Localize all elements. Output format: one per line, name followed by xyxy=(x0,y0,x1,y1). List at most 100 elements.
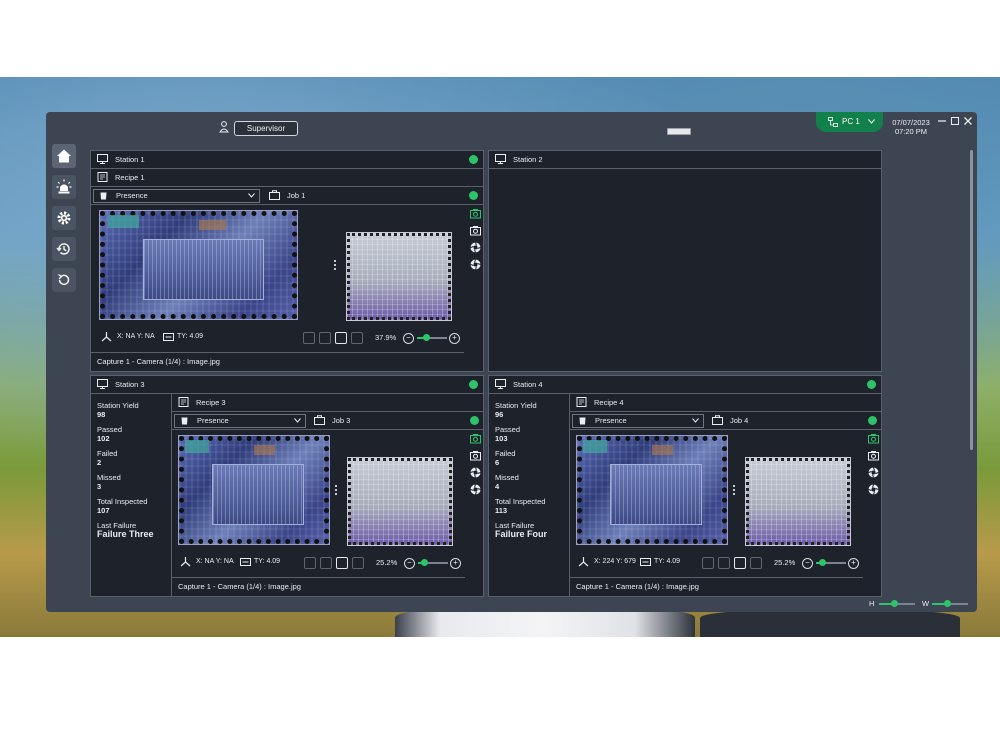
redo-button[interactable] xyxy=(319,332,331,344)
network-icon xyxy=(828,117,838,127)
sidebar-item-home[interactable] xyxy=(52,144,76,168)
aperture-alt-icon[interactable] xyxy=(867,484,879,495)
drag-handle[interactable] xyxy=(667,128,691,135)
station-2-header[interactable]: Station 2 xyxy=(489,151,881,169)
job-label: Job 4 xyxy=(730,416,749,425)
bin-icon xyxy=(100,192,107,200)
app-window: Supervisor PC 1 07/07/2023 07:20 PM Stat… xyxy=(46,112,977,612)
camera-icon[interactable] xyxy=(469,450,481,461)
main-capture-image[interactable] xyxy=(178,435,330,545)
recipe-row: Recipe 1 xyxy=(91,169,483,187)
bin-icon xyxy=(579,417,586,425)
zoom-slider[interactable] xyxy=(418,559,448,566)
aperture-icon[interactable] xyxy=(867,467,879,478)
main-capture-image[interactable] xyxy=(576,435,728,545)
mode-value: Presence xyxy=(595,416,627,425)
split-handle[interactable] xyxy=(733,485,737,495)
yield-label: Station Yield xyxy=(97,401,139,410)
split-handle[interactable] xyxy=(335,485,339,495)
minimize-icon[interactable] xyxy=(936,115,948,127)
date-text: 07/07/2023 xyxy=(892,118,930,127)
zoom-in-button[interactable]: + xyxy=(848,558,859,569)
zoom-in-button[interactable]: + xyxy=(449,333,460,344)
camera-icon[interactable] xyxy=(867,450,879,461)
actual-size-button[interactable] xyxy=(750,557,762,569)
maximize-icon[interactable] xyxy=(949,115,961,127)
total-label: Total Inspected xyxy=(495,497,546,506)
live-camera-icon[interactable] xyxy=(867,433,879,444)
split-handle[interactable] xyxy=(334,260,338,270)
axes-icon xyxy=(101,332,112,342)
sidebar xyxy=(52,144,78,299)
mode-dropdown[interactable]: Presence xyxy=(572,414,704,428)
station-1-header[interactable]: Station 1 xyxy=(91,151,483,169)
monitor-icon xyxy=(97,154,108,164)
zoom-out-button[interactable]: − xyxy=(403,333,414,344)
axes-icon xyxy=(578,557,589,567)
document-icon xyxy=(576,397,587,407)
live-camera-icon[interactable] xyxy=(469,208,481,219)
reference-image[interactable] xyxy=(347,457,453,546)
fit-to-screen-button[interactable] xyxy=(734,557,746,569)
scrollbar[interactable] xyxy=(970,150,973,450)
axes-icon xyxy=(180,557,191,567)
station-4-header[interactable]: Station 4 xyxy=(489,376,881,394)
pc-selector[interactable]: PC 1 xyxy=(816,112,883,132)
redo-button[interactable] xyxy=(320,557,332,569)
yield-value: 98 xyxy=(97,410,106,419)
station-title: Station 3 xyxy=(115,380,145,389)
actual-size-button[interactable] xyxy=(352,557,364,569)
reference-image[interactable] xyxy=(745,457,851,546)
station-3-header[interactable]: Station 3 xyxy=(91,376,483,394)
aperture-icon[interactable] xyxy=(469,242,481,253)
sidebar-item-reset[interactable] xyxy=(52,268,76,292)
station-3-content: Recipe 3 Presence Job 3 X: NA Y: NA TY: … xyxy=(171,394,484,596)
height-label: H xyxy=(869,599,875,608)
mode-dropdown[interactable]: Presence xyxy=(93,189,260,203)
camera-icon[interactable] xyxy=(469,225,481,236)
zoom-in-button[interactable]: + xyxy=(450,558,461,569)
image-viewer[interactable] xyxy=(570,431,863,551)
sidebar-item-settings[interactable] xyxy=(52,206,76,230)
reference-image[interactable] xyxy=(346,232,452,321)
sidebar-item-history[interactable] xyxy=(52,237,76,261)
redo-button[interactable] xyxy=(718,557,730,569)
fit-to-screen-button[interactable] xyxy=(335,332,347,344)
capture-caption: Capture 1 - Camera (1/4) : Image.jpg xyxy=(91,352,464,370)
aperture-icon[interactable] xyxy=(469,467,481,478)
yield-value: 96 xyxy=(495,410,504,419)
recipe-row: Recipe 4 xyxy=(570,394,882,412)
job-label: Job 1 xyxy=(287,191,306,200)
undo-button[interactable] xyxy=(303,332,315,344)
live-camera-icon[interactable] xyxy=(469,433,481,444)
mode-dropdown[interactable]: Presence xyxy=(174,414,306,428)
aperture-alt-icon[interactable] xyxy=(469,259,481,270)
caption-text: Capture 1 - Camera (1/4) : Image.jpg xyxy=(576,582,699,591)
zoom-out-button[interactable]: − xyxy=(404,558,415,569)
undo-button[interactable] xyxy=(702,557,714,569)
sidebar-item-alarms[interactable] xyxy=(52,175,76,199)
height-slider[interactable] xyxy=(879,600,915,607)
document-icon xyxy=(97,172,108,182)
zoom-out-button[interactable]: − xyxy=(802,558,813,569)
chevron-down-icon xyxy=(868,119,875,124)
close-icon[interactable] xyxy=(962,115,974,127)
zoom-slider[interactable] xyxy=(417,334,447,341)
yield-label: Station Yield xyxy=(495,401,537,410)
image-viewer[interactable] xyxy=(91,206,465,326)
user-role-button[interactable]: Supervisor xyxy=(234,121,298,136)
monitor-icon xyxy=(495,154,506,164)
wallpaper-penguin-shadow xyxy=(700,610,960,637)
fit-to-screen-button[interactable] xyxy=(336,557,348,569)
undo-button[interactable] xyxy=(304,557,316,569)
main-capture-image[interactable] xyxy=(99,210,298,320)
zoom-slider[interactable] xyxy=(816,559,846,566)
station-2-panel: Station 2 xyxy=(488,150,882,372)
recipe-label: Recipe 1 xyxy=(115,173,145,182)
actual-size-button[interactable] xyxy=(351,332,363,344)
missed-label: Missed xyxy=(495,473,519,482)
image-viewer[interactable] xyxy=(172,431,465,551)
aperture-alt-icon[interactable] xyxy=(469,484,481,495)
width-slider[interactable] xyxy=(932,600,968,607)
missed-value: 3 xyxy=(97,482,102,491)
